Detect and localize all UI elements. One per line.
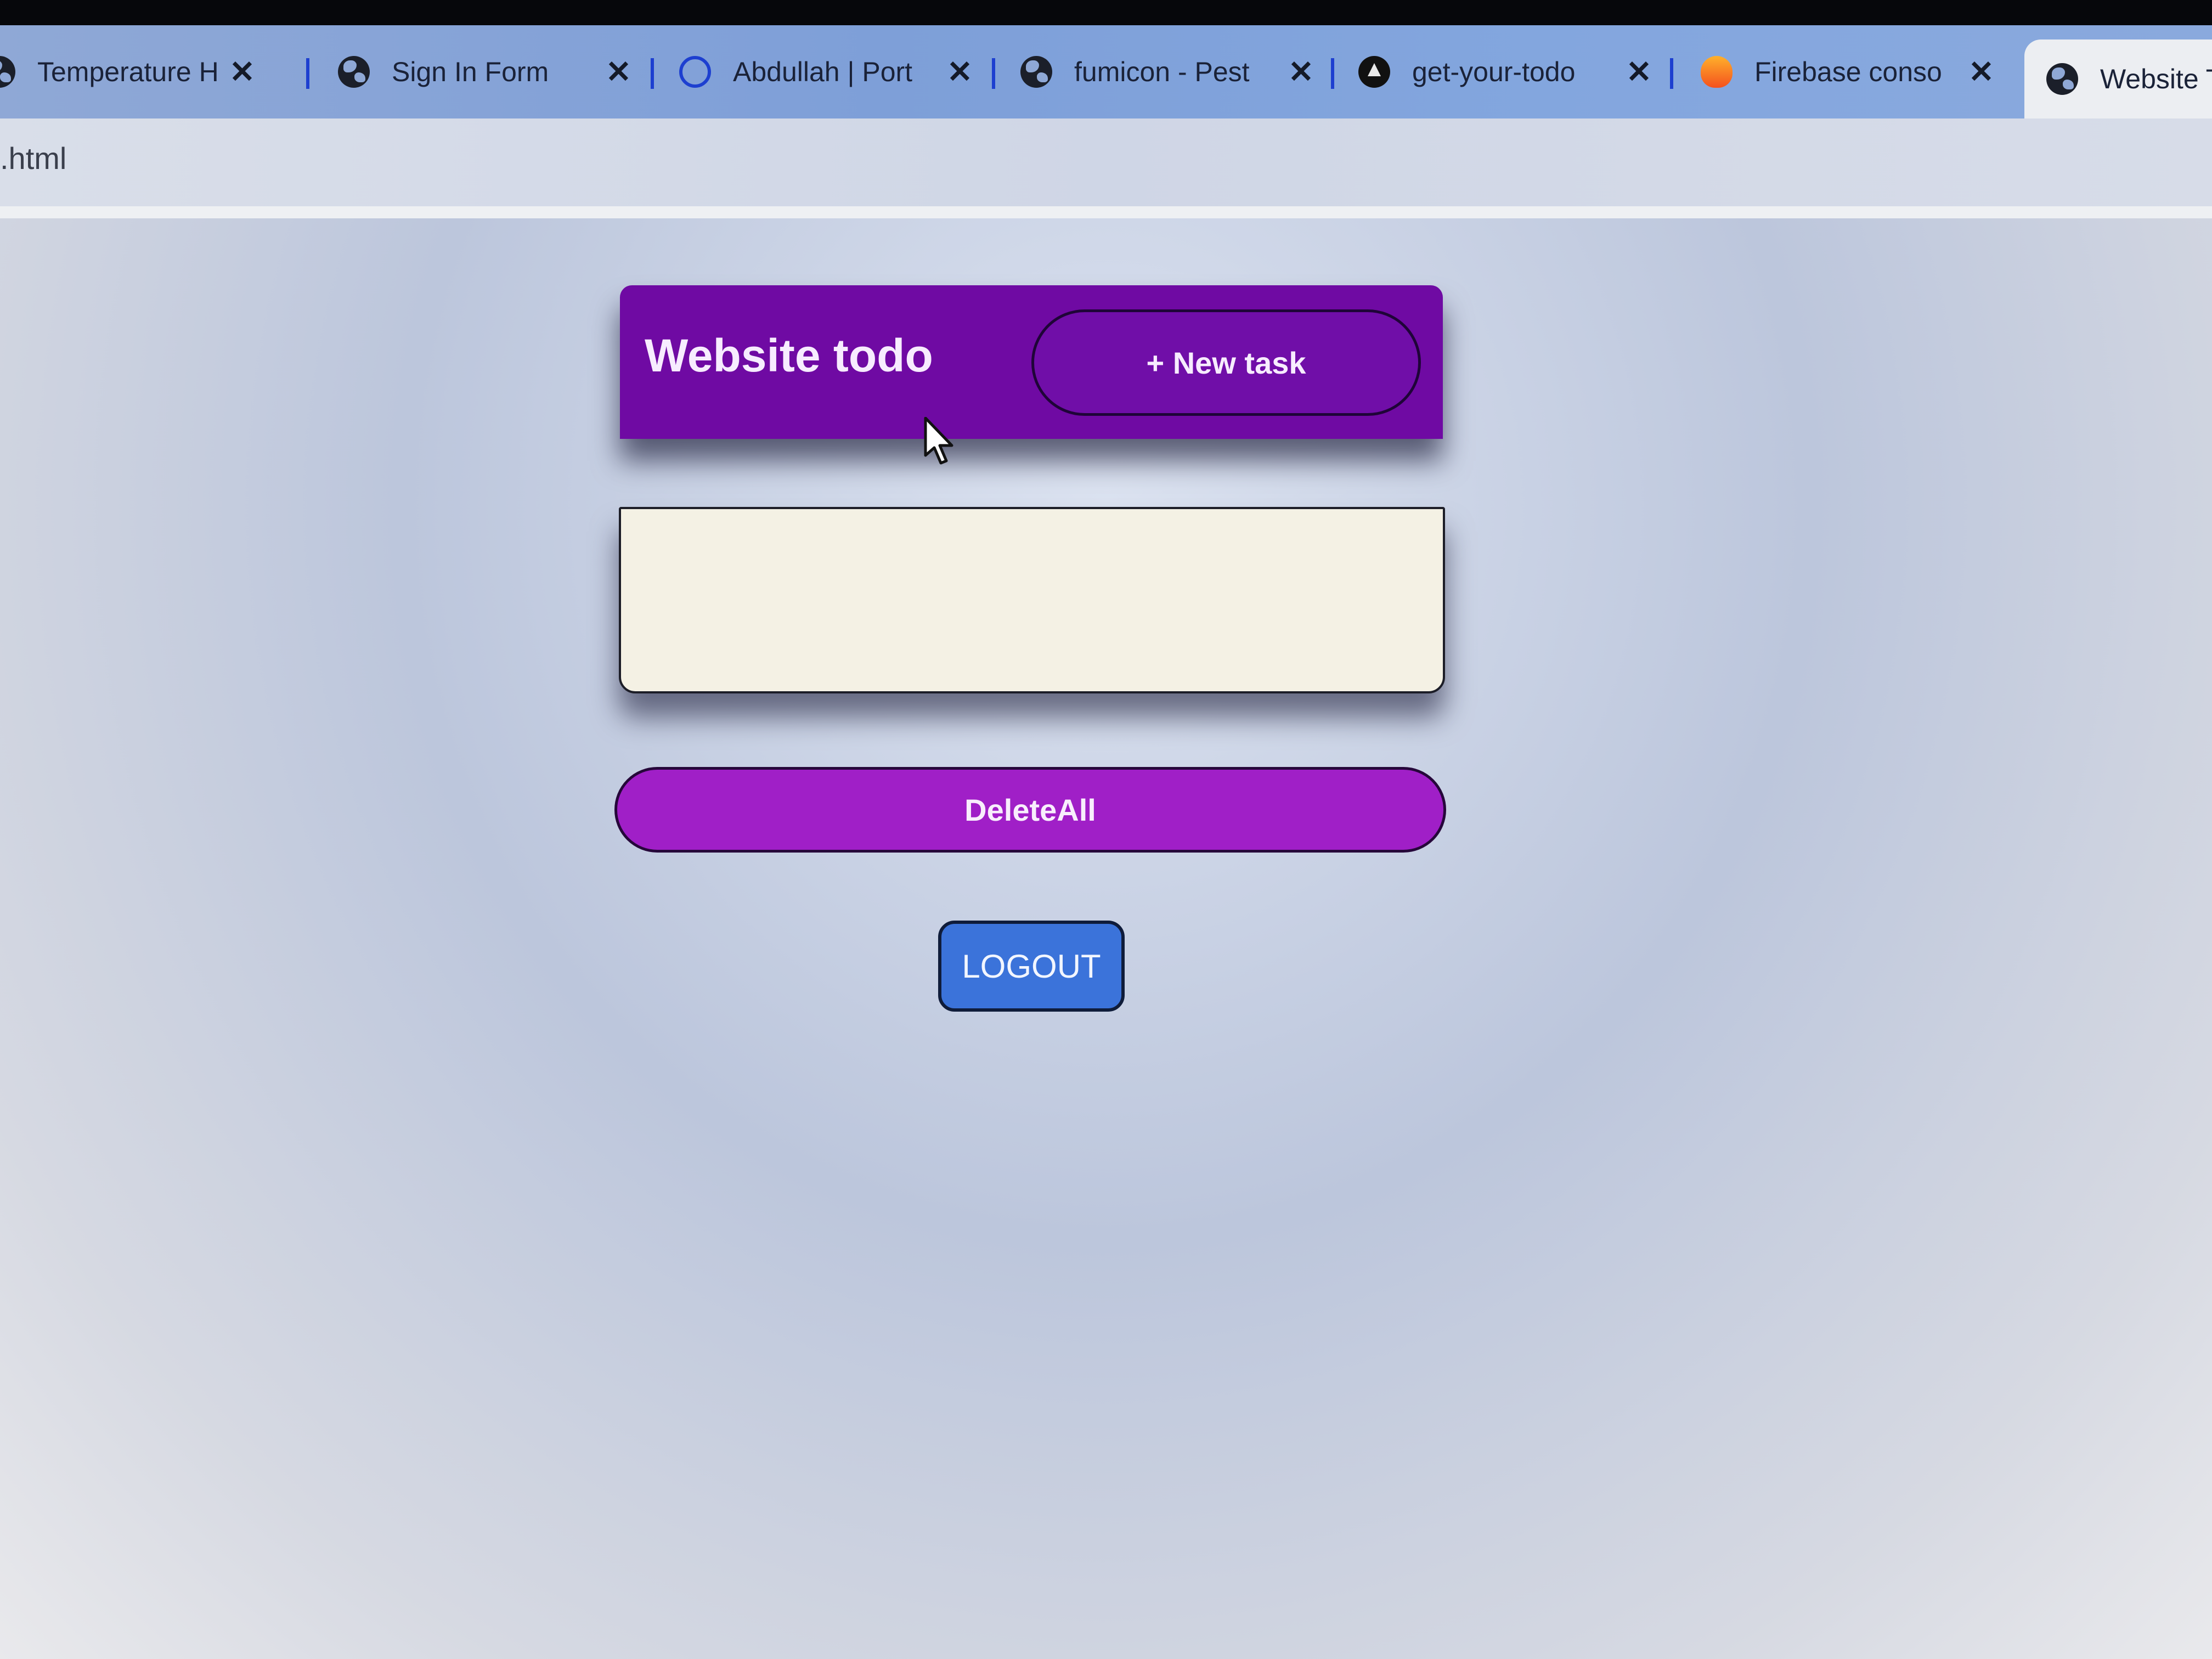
- close-icon[interactable]: ✕: [947, 54, 973, 90]
- task-list: [619, 507, 1445, 693]
- tab-separator: [1331, 58, 1334, 89]
- tab-fumicon[interactable]: fumicon - Pest ✕: [1020, 25, 1314, 119]
- tab-temperature[interactable]: Temperature H ✕: [0, 25, 255, 119]
- browser-tab-strip: Temperature H ✕ Sign In Form ✕ Abdullah …: [0, 25, 2212, 119]
- tab-title: Website To: [2100, 64, 2212, 94]
- tab-separator: [306, 58, 309, 89]
- triangle-logo-icon: [1358, 56, 1390, 88]
- todo-page: Website todo + New task DeleteAll LOGOUT: [0, 218, 2212, 1659]
- tab-get-your-todo[interactable]: get-your-todo ✕: [1358, 25, 1652, 119]
- delete-all-button[interactable]: DeleteAll: [614, 767, 1446, 853]
- tab-sign-in-form[interactable]: Sign In Form ✕: [338, 25, 631, 119]
- address-bar[interactable]: .html: [0, 119, 2212, 206]
- globe-icon: [2046, 63, 2078, 95]
- close-icon[interactable]: ✕: [1288, 54, 1314, 90]
- tab-title: fumicon - Pest: [1074, 57, 1250, 87]
- todo-header: Website todo + New task: [620, 285, 1443, 439]
- tab-separator: [651, 58, 654, 89]
- mouse-pointer-icon: [924, 417, 953, 465]
- globe-icon: [0, 56, 15, 88]
- toolbar-divider: [0, 206, 2212, 218]
- tab-abdullah-portfolio[interactable]: Abdullah | Port ✕: [679, 25, 973, 119]
- tab-title: Temperature H: [37, 57, 218, 87]
- globe-icon: [338, 56, 370, 88]
- tab-title: Firebase conso: [1754, 57, 1942, 87]
- globe-icon: [1020, 56, 1052, 88]
- new-task-button[interactable]: + New task: [1031, 309, 1421, 416]
- tab-separator: [1670, 58, 1673, 89]
- screen-bezel: [0, 0, 2212, 25]
- close-icon[interactable]: ✕: [1626, 54, 1652, 90]
- close-icon[interactable]: ✕: [1968, 54, 1994, 90]
- url-text: .html: [0, 141, 67, 176]
- close-icon[interactable]: ✕: [229, 54, 255, 90]
- tab-separator: [992, 58, 995, 89]
- tab-title: Sign In Form: [392, 57, 549, 87]
- page-title: Website todo: [645, 330, 933, 381]
- tab-title: Abdullah | Port: [733, 57, 913, 87]
- portfolio-icon: [679, 56, 711, 88]
- tab-website-todo-active[interactable]: Website To: [2024, 40, 2212, 119]
- tab-firebase-console[interactable]: Firebase conso ✕: [1701, 25, 1994, 119]
- close-icon[interactable]: ✕: [606, 54, 631, 90]
- firebase-flame-icon: [1701, 56, 1733, 88]
- logout-button[interactable]: LOGOUT: [938, 921, 1125, 1012]
- tab-title: get-your-todo: [1412, 57, 1576, 87]
